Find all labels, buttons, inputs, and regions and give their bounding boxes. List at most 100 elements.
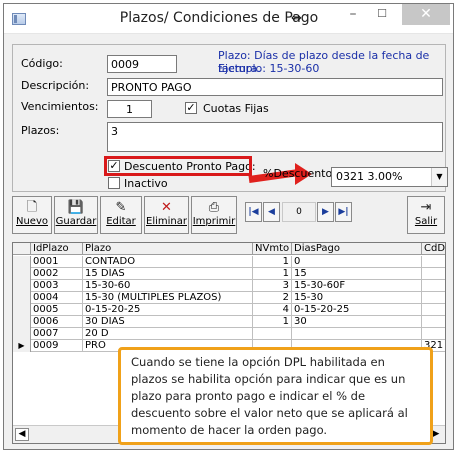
- plazos-window: Plazos/ Condiciones de Pago ⇔ – ☐ ✕ Códi…: [3, 3, 454, 450]
- app-window-icon: [12, 13, 26, 25]
- cell-idplazo[interactable]: 0004: [31, 292, 83, 304]
- printer-icon: ⎙: [208, 200, 220, 215]
- exit-icon: ⇥: [420, 200, 432, 215]
- inactivo-checkbox[interactable]: [108, 177, 120, 189]
- first-icon: |◀: [248, 207, 259, 217]
- header-nvmto[interactable]: NVmto: [253, 243, 292, 255]
- cell-plazo[interactable]: 0-15-20-25: [83, 304, 253, 316]
- cell-nvmto[interactable]: 1: [253, 268, 292, 280]
- maximize-button[interactable]: ☐: [369, 4, 395, 25]
- delete-icon: ✕: [161, 200, 172, 215]
- toolbar: 🗋 Nuevo 💾 Guardar ✎ Editar ✕ Eliminar ⎙ …: [12, 196, 446, 236]
- editar-button[interactable]: ✎ Editar: [100, 196, 142, 234]
- header-plazo[interactable]: Plazo: [83, 243, 253, 255]
- header-indicator: [13, 243, 31, 255]
- cell-nvmto[interactable]: 4: [253, 304, 292, 316]
- cell-cdd[interactable]: [422, 256, 445, 268]
- guardar-button[interactable]: 💾 Guardar: [54, 196, 98, 234]
- cell-cdd[interactable]: [422, 304, 445, 316]
- cell-diaspago[interactable]: 0: [292, 256, 422, 268]
- last-record-button[interactable]: ▶|: [335, 202, 352, 222]
- cell-diaspago[interactable]: 30: [292, 316, 422, 328]
- row-indicator: [13, 328, 31, 340]
- inactivo-label: Inactivo: [124, 177, 168, 190]
- highlight-box: [104, 156, 252, 176]
- table-row[interactable]: 0002 15 DÍAS 1 15: [13, 268, 445, 280]
- plazos-label: Plazos:: [21, 124, 60, 137]
- pct-descuento-label: %Descuento:: [263, 167, 336, 180]
- cell-idplazo[interactable]: 0006: [31, 316, 83, 328]
- cuotas-fijas-label: Cuotas Fijas: [203, 102, 269, 115]
- cuotas-fijas-checkbox[interactable]: ✓: [185, 102, 197, 114]
- cell-nvmto[interactable]: 1: [253, 316, 292, 328]
- row-indicator: [13, 304, 31, 316]
- cell-idplazo[interactable]: 0002: [31, 268, 83, 280]
- previous-record-button[interactable]: ◀: [263, 202, 280, 222]
- vencimientos-field[interactable]: 1: [107, 100, 152, 118]
- cell-nvmto[interactable]: 2: [253, 292, 292, 304]
- row-indicator: [13, 292, 31, 304]
- cell-nvmto[interactable]: 3: [253, 280, 292, 292]
- cell-nvmto[interactable]: 1: [253, 256, 292, 268]
- row-indicator: [13, 256, 31, 268]
- cell-nvmto[interactable]: [253, 328, 292, 340]
- header-cdd[interactable]: CdD: [422, 243, 445, 255]
- cell-plazo[interactable]: 15-30-60: [83, 280, 253, 292]
- header-diaspago[interactable]: DiasPago: [292, 243, 422, 255]
- descripcion-field[interactable]: PRONTO PAGO: [107, 78, 443, 96]
- cell-diaspago[interactable]: 15-30: [292, 292, 422, 304]
- cell-cdd[interactable]: [422, 292, 445, 304]
- cell-plazo[interactable]: 15 DÍAS: [83, 268, 253, 280]
- table-row[interactable]: 0001 CONTADO 1 0: [13, 256, 445, 268]
- table-row[interactable]: 0004 15-30 (MULTIPLES PLAZOS) 2 15-30: [13, 292, 445, 304]
- cell-cdd[interactable]: [422, 328, 445, 340]
- table-row[interactable]: 0003 15-30-60 3 15-30-60F: [13, 280, 445, 292]
- cell-idplazo[interactable]: 0001: [31, 256, 83, 268]
- codigo-label: Código:: [21, 57, 63, 70]
- cell-idplazo[interactable]: 0005: [31, 304, 83, 316]
- row-indicator: [13, 268, 31, 280]
- table-row[interactable]: 0007 20 D: [13, 328, 445, 340]
- cell-plazo[interactable]: 30 DIAS: [83, 316, 253, 328]
- cell-plazo[interactable]: CONTADO: [83, 256, 253, 268]
- row-indicator: [13, 280, 31, 292]
- cell-diaspago[interactable]: 0-15-20-25: [292, 304, 422, 316]
- new-document-icon: 🗋: [26, 200, 38, 215]
- scroll-left-icon[interactable]: ◀: [15, 428, 29, 441]
- cell-cdd[interactable]: [422, 316, 445, 328]
- selected-row-indicator-icon: ▶: [13, 340, 31, 352]
- nuevo-button[interactable]: 🗋 Nuevo: [12, 196, 52, 234]
- move-cursor-icon: ⇔: [291, 11, 302, 26]
- minimize-button[interactable]: –: [340, 4, 366, 25]
- table-row[interactable]: 0006 30 DIAS 1 30: [13, 316, 445, 328]
- cell-cdd[interactable]: [422, 280, 445, 292]
- cell-plazo[interactable]: 20 D: [83, 328, 253, 340]
- cell-diaspago[interactable]: 15: [292, 268, 422, 280]
- cell-idplazo[interactable]: 0003: [31, 280, 83, 292]
- cell-idplazo[interactable]: 0009: [31, 340, 83, 352]
- row-indicator: [13, 316, 31, 328]
- codigo-field[interactable]: 0009: [107, 55, 177, 73]
- first-record-button[interactable]: |◀: [245, 202, 262, 222]
- plazos-field[interactable]: 3: [107, 122, 443, 152]
- next-record-button[interactable]: ▶: [317, 202, 334, 222]
- header-idplazo[interactable]: IdPlazo: [31, 243, 83, 255]
- table-row[interactable]: 0005 0-15-20-25 4 0-15-20-25: [13, 304, 445, 316]
- cell-idplazo[interactable]: 0007: [31, 328, 83, 340]
- cell-diaspago[interactable]: 15-30-60F: [292, 280, 422, 292]
- cell-cdd[interactable]: [422, 268, 445, 280]
- pct-descuento-select[interactable]: 0321 3.00% ▼: [331, 167, 448, 187]
- grid-header: IdPlazo Plazo NVmto DiasPago CdD: [13, 243, 445, 255]
- next-icon: ▶: [322, 207, 329, 217]
- salir-button[interactable]: ⇥ Salir: [407, 196, 445, 234]
- record-position: 0: [282, 202, 316, 222]
- close-button[interactable]: ✕: [402, 4, 450, 25]
- cell-diaspago[interactable]: [292, 328, 422, 340]
- eliminar-button[interactable]: ✕ Eliminar: [144, 196, 189, 234]
- chevron-down-icon[interactable]: ▼: [431, 168, 447, 186]
- imprimir-button[interactable]: ⎙ Imprimir: [191, 196, 237, 234]
- vencimientos-label: Vencimientos:: [21, 100, 99, 113]
- cell-plazo[interactable]: 15-30 (MULTIPLES PLAZOS): [83, 292, 253, 304]
- descripcion-label: Descripción:: [21, 79, 90, 92]
- last-icon: ▶|: [338, 207, 349, 217]
